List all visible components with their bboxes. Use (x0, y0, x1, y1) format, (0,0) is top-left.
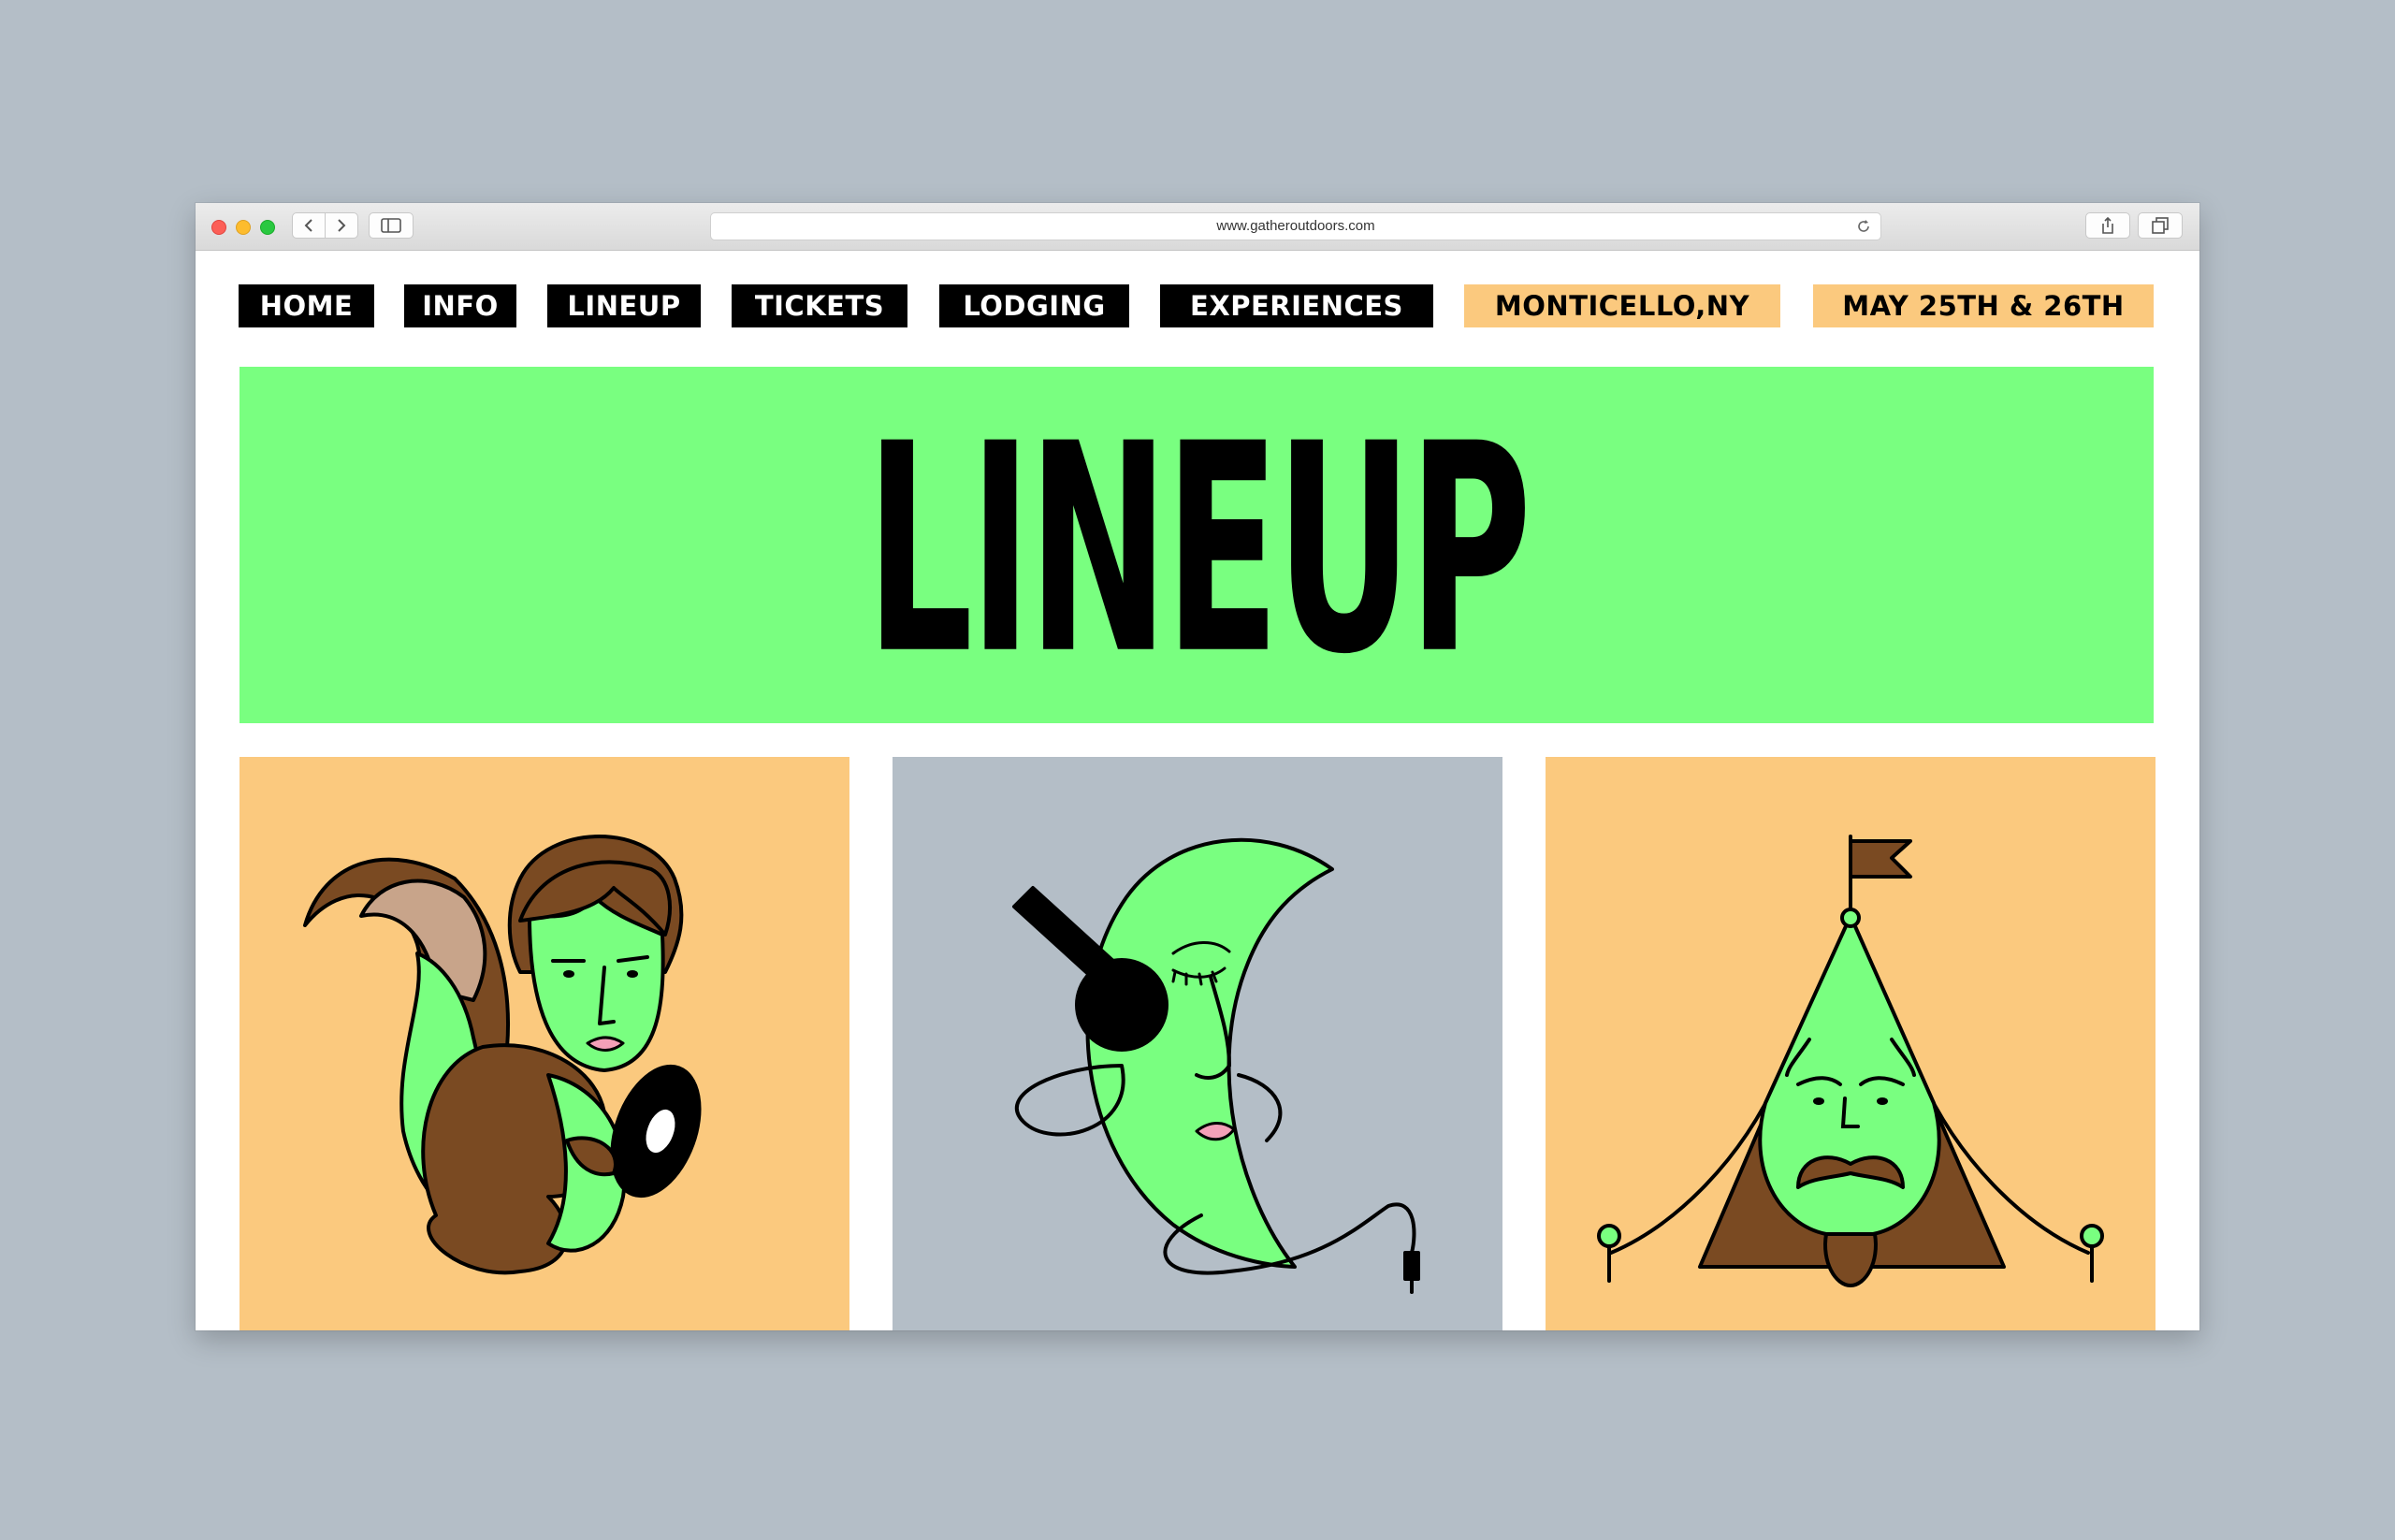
moon-headphones-illustration (1012, 837, 1420, 1294)
zoom-window-button[interactable] (260, 220, 275, 235)
browser-window: www.gatheroutdoors.com HOME INFO LINEUP … (196, 203, 2199, 1330)
chevron-right-icon (338, 219, 346, 232)
tabs-icon (2152, 217, 2169, 234)
dates-badge: MAY 25TH & 26TH (1813, 284, 2154, 327)
nav-home[interactable]: HOME (239, 284, 374, 327)
page-content: HOME INFO LINEUP TICKETS LODGING EXPERIE… (196, 251, 2199, 1330)
share-icon (2102, 216, 2113, 234)
lineup-card[interactable] (240, 757, 849, 1330)
sidebar-toggle-button[interactable] (369, 212, 414, 239)
reload-icon[interactable] (1856, 219, 1871, 234)
close-window-button[interactable] (211, 220, 226, 235)
page-title: LINEUP (865, 381, 1531, 717)
address-bar[interactable]: www.gatheroutdoors.com (710, 212, 1881, 240)
squirrel-dj-illustration (303, 835, 702, 1275)
browser-toolbar: www.gatheroutdoors.com (196, 203, 2199, 251)
chevron-left-icon (304, 219, 312, 232)
location-badge: MONTICELLO,NY (1464, 284, 1780, 327)
minimize-window-button[interactable] (236, 220, 251, 235)
tent-face-illustration (1597, 835, 2104, 1287)
lineup-card[interactable] (1546, 757, 2156, 1330)
nav-experiences[interactable]: EXPERIENCES (1160, 284, 1433, 327)
lineup-card[interactable] (893, 757, 1502, 1330)
nav-tickets[interactable]: TICKETS (732, 284, 907, 327)
sidebar-icon (381, 218, 401, 233)
nav-lodging[interactable]: LODGING (939, 284, 1129, 327)
lineup-banner: LINEUP (240, 367, 2154, 723)
tabs-overview-button[interactable] (2138, 212, 2183, 239)
url-text: www.gatheroutdoors.com (1216, 218, 1375, 234)
forward-button[interactable] (325, 212, 358, 239)
nav-lineup[interactable]: LINEUP (547, 284, 701, 327)
nav-info[interactable]: INFO (404, 284, 516, 327)
back-button[interactable] (292, 212, 326, 239)
share-button[interactable] (2085, 212, 2130, 239)
